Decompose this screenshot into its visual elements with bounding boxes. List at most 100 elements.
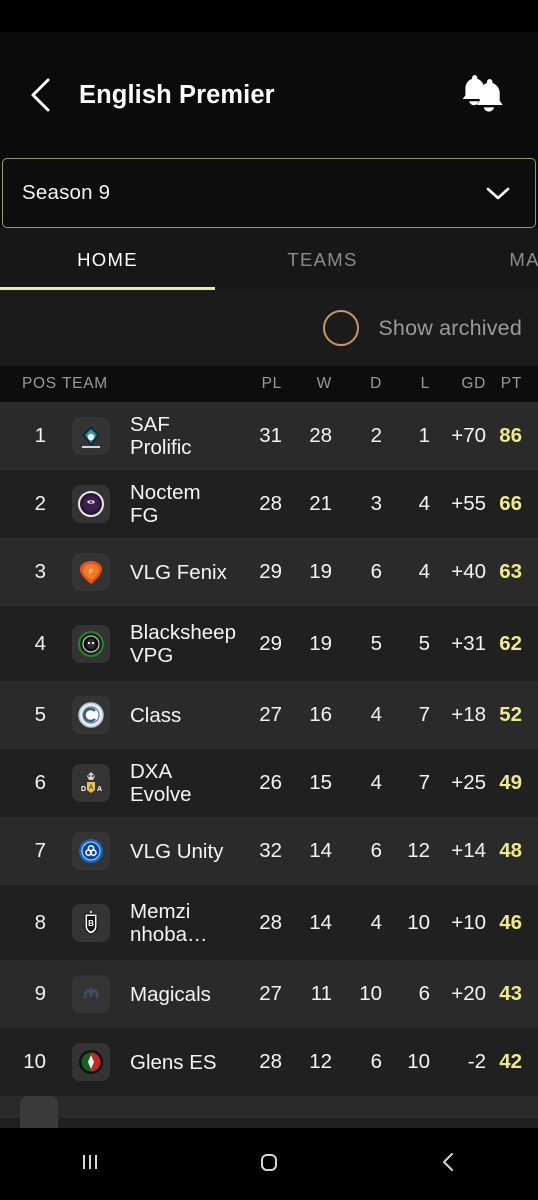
- row-drawn: 6: [370, 839, 382, 862]
- system-navigation-bar: [0, 1128, 538, 1200]
- team-name: Magicals: [130, 982, 211, 1006]
- row-goal-difference: -2: [467, 1050, 486, 1073]
- row-goal-difference: +18: [451, 703, 486, 726]
- chevron-left-icon: [28, 75, 54, 115]
- home-button[interactable]: [214, 1134, 324, 1194]
- row-lost: 10: [407, 1050, 430, 1073]
- back-button[interactable]: [28, 75, 62, 115]
- row-won: 14: [309, 910, 332, 934]
- row-goal-difference: +31: [451, 631, 486, 655]
- team-name: Glens ES: [130, 1050, 217, 1074]
- team-name: Class: [130, 703, 182, 727]
- svg-text:A: A: [89, 785, 94, 791]
- vlg-unity-logo: [72, 832, 110, 870]
- show-archived-row: Show archived: [0, 290, 538, 366]
- row-won: 12: [309, 1050, 332, 1073]
- row-lost: 5: [418, 631, 430, 655]
- column-header-l: L: [420, 375, 430, 392]
- bells-icon: [455, 69, 509, 122]
- table-row[interactable]: 6 A D A DXA Evolve 26 15 4 7 +25 49: [0, 749, 538, 817]
- table-row[interactable]: 10 Glens ES 28 12 6 10 -2 42: [0, 1028, 538, 1096]
- row-position: 10: [23, 1050, 46, 1073]
- tab-teams[interactable]: TEAMS: [215, 247, 430, 271]
- glens-es-logo: [72, 1043, 110, 1081]
- recents-icon: [75, 1147, 105, 1182]
- row-won: 11: [310, 982, 332, 1005]
- team-logo: [62, 975, 120, 1013]
- app-bar: English Premier: [0, 32, 538, 158]
- row-played: 32: [259, 839, 282, 862]
- svg-text:A: A: [97, 786, 102, 793]
- table-row[interactable]: 5 Class 27 16 4 7 +18 52: [0, 681, 538, 749]
- page-title: English Premier: [79, 80, 275, 109]
- row-position: 8: [34, 910, 46, 934]
- show-archived-toggle[interactable]: [323, 310, 360, 346]
- row-drawn: 6: [370, 1050, 382, 1073]
- team-logo: [62, 485, 120, 523]
- row-position: 7: [34, 839, 46, 862]
- row-played: 31: [259, 424, 282, 447]
- row-points: 46: [499, 910, 522, 934]
- row-won: 16: [309, 703, 332, 726]
- table-row[interactable]: 7 VLG Unity 32 14 6 12 +14 48: [0, 817, 538, 885]
- table-row-partial[interactable]: [0, 1096, 538, 1128]
- team-name: Blacksheep VPG: [130, 620, 236, 667]
- row-won: 19: [309, 631, 332, 655]
- class-logo: [72, 696, 110, 734]
- row-drawn: 4: [370, 910, 382, 934]
- recents-button[interactable]: [35, 1134, 145, 1194]
- tab-active-indicator: [0, 287, 215, 290]
- table-row[interactable]: 2 Noctem FG 28 21 3 4 +55 66: [0, 470, 538, 538]
- tab-matches[interactable]: MATC: [430, 247, 538, 271]
- row-goal-difference: +70: [451, 424, 486, 447]
- table-row[interactable]: 1 SAF Prolific 31 28 2 1 +70 86: [0, 402, 538, 470]
- back-button-system[interactable]: [393, 1134, 503, 1194]
- row-lost: 1: [418, 424, 430, 447]
- team-name: DXA Evolve: [130, 760, 192, 806]
- team-name: VLG Fenix: [130, 560, 227, 584]
- team-logo: [62, 696, 120, 734]
- row-won: 28: [309, 424, 332, 447]
- standings-table-header: POS TEAM PL W D L GD PT: [0, 366, 538, 402]
- team-logo-partial: [20, 1096, 58, 1128]
- row-lost: 12: [407, 839, 430, 862]
- table-row[interactable]: 4 Blacksheep VPG 29 19 5 5 +31 62: [0, 606, 538, 681]
- column-header-gd: GD: [461, 375, 486, 392]
- row-drawn: 6: [370, 560, 382, 583]
- team-name: SAF Prolific: [130, 413, 192, 459]
- row-position: 3: [34, 560, 46, 583]
- standings-table-body[interactable]: 1 SAF Prolific 31 28 2 1 +70 8 6 2 Noctem…: [0, 402, 538, 1128]
- tab-home[interactable]: HOME: [0, 247, 215, 271]
- home-icon: [254, 1147, 284, 1182]
- table-row[interactable]: 9 Magicals 27 11 10 6 +20 43: [0, 960, 538, 1028]
- magicals-logo: [72, 975, 110, 1013]
- memzi-logo: B: [72, 903, 110, 942]
- status-bar: [0, 0, 538, 32]
- notifications-button[interactable]: [452, 70, 512, 120]
- row-played: 28: [259, 492, 282, 515]
- row-points: 42: [499, 1050, 522, 1073]
- row-position: 4: [34, 631, 46, 655]
- table-row[interactable]: 8 B Memzi nhoba… 28 14 4 10 +10 46: [0, 885, 538, 960]
- back-icon: [433, 1147, 463, 1182]
- team-name: Memzi nhoba…: [130, 899, 208, 946]
- row-won: 14: [309, 839, 332, 862]
- table-row[interactable]: 3 F VLG Fenix 29 19 6 4 +40 63: [0, 538, 538, 606]
- row-played: 27: [259, 982, 282, 1005]
- column-header-pos: POS: [22, 375, 57, 392]
- row-won: 15: [309, 771, 332, 794]
- team-logo: F: [62, 553, 120, 591]
- row-lost: 7: [418, 771, 430, 794]
- season-select-wrapper: Season 9: [0, 158, 538, 228]
- column-header-w: W: [316, 375, 332, 392]
- dxa-evolve-logo: A D A: [72, 764, 110, 802]
- blacksheep-vpg-logo: [72, 624, 110, 663]
- row-position: 1: [34, 424, 46, 447]
- team-logo: [62, 1043, 120, 1081]
- row-position: 9: [34, 982, 46, 1005]
- row-drawn: 2: [370, 424, 382, 447]
- row-drawn: 4: [370, 771, 382, 794]
- noctem-fg-logo: [72, 485, 110, 523]
- row-won: 19: [309, 560, 332, 583]
- season-select[interactable]: Season 9: [2, 158, 536, 228]
